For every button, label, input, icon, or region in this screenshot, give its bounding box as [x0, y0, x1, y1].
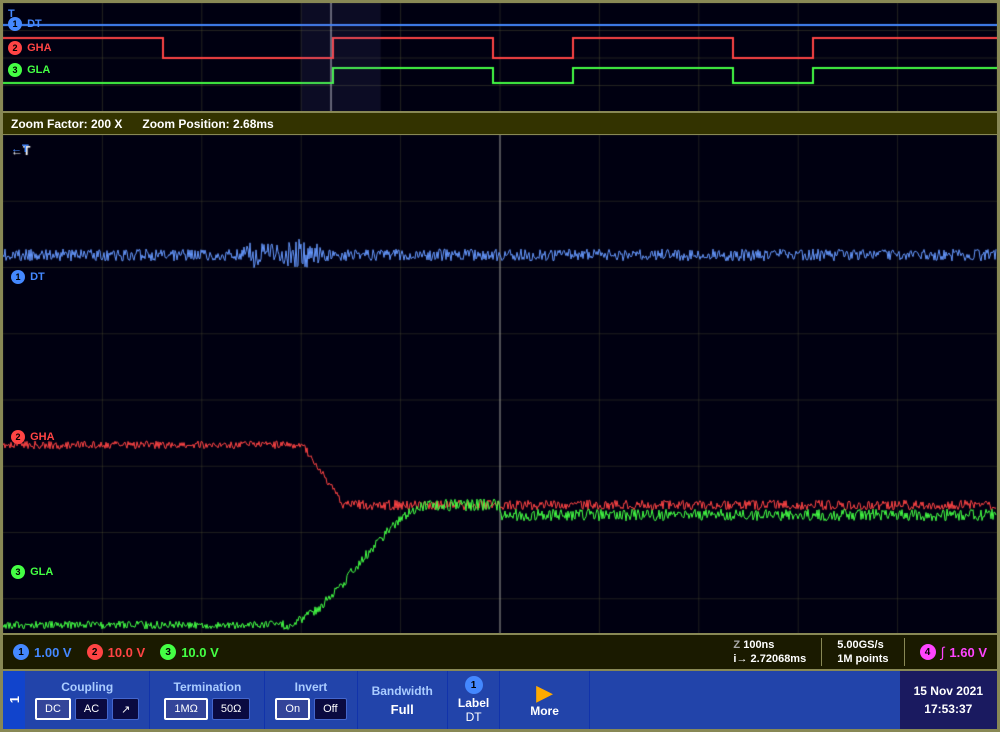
channel-indicator: 1 — [3, 671, 25, 729]
coupling-gnd-button[interactable]: ↗ — [112, 698, 139, 720]
ch4-symbol: ∫ — [941, 644, 945, 660]
more-group[interactable]: ▶ More — [500, 671, 590, 729]
coupling-dc-button[interactable]: DC — [35, 698, 71, 720]
measurement-bar: 1 1.00 V 2 10.0 V 3 10.0 V Z 100ns i→ 2.… — [3, 635, 997, 671]
zoom-factor: Zoom Factor: 200 X — [11, 117, 122, 131]
ch2-voltage: 10.0 V — [108, 645, 146, 660]
time-div-info: Z 100ns i→ 2.72068ms — [733, 638, 806, 667]
termination-buttons: 1MΩ 50Ω — [164, 698, 250, 720]
bandwidth-label: Bandwidth — [372, 684, 433, 698]
ch4-number: 4 — [920, 644, 936, 660]
date-display: 15 Nov 2021 — [914, 682, 983, 700]
ch2-number: 2 — [87, 644, 103, 660]
ch3-measurement: 3 10.0 V — [160, 644, 219, 660]
main-t-label: ←T — [11, 143, 29, 155]
coupling-group: Coupling DC AC ↗ — [25, 671, 150, 729]
label-ctrl-label: Label — [458, 696, 489, 710]
more-label: More — [530, 704, 559, 718]
termination-label: Termination — [174, 680, 242, 694]
time-display: 17:53:37 — [924, 700, 972, 718]
main-ch2-label: 2 GHA — [11, 430, 55, 444]
overview-waveform: T 1 DT 2 GHA 3 GLA — [3, 3, 997, 113]
invert-on-button[interactable]: On — [275, 698, 310, 720]
coupling-label: Coupling — [61, 680, 113, 694]
invert-label: Invert — [295, 680, 328, 694]
main-ch3-label: 3 GLA — [11, 565, 53, 579]
bandwidth-value: Full — [391, 702, 414, 717]
ch3-number: 3 — [160, 644, 176, 660]
sample-rate-info: 5.00GS/s 1M points — [837, 638, 888, 667]
divider1 — [821, 638, 822, 666]
top-ch3-label: 3 GLA — [8, 63, 50, 77]
ch3-voltage: 10.0 V — [181, 645, 219, 660]
invert-buttons: On Off — [275, 698, 346, 720]
zoom-position: Zoom Position: 2.68ms — [142, 117, 273, 131]
ch1-number: 1 — [13, 644, 29, 660]
coupling-buttons: DC AC ↗ — [35, 698, 139, 720]
ch4-measurement: 4 ∫ 1.60 V — [920, 644, 987, 660]
invert-off-button[interactable]: Off — [314, 698, 346, 720]
right-measurements: Z 100ns i→ 2.72068ms 5.00GS/s 1M points … — [733, 638, 987, 667]
datetime-group: 15 Nov 2021 17:53:37 — [900, 671, 997, 729]
oscilloscope-display: T 1 DT 2 GHA 3 GLA Zoom Factor: 200 X Zo… — [0, 0, 1000, 732]
invert-group: Invert On Off — [265, 671, 357, 729]
ch1-measurement: 1 1.00 V — [13, 644, 72, 660]
main-ch1-label: 1 DT — [11, 270, 45, 284]
bandwidth-group: Bandwidth Full — [358, 671, 448, 729]
ch2-measurement: 2 10.0 V — [87, 644, 146, 660]
ch1-voltage: 1.00 V — [34, 645, 72, 660]
controls-bar: 1 Coupling DC AC ↗ Termination 1MΩ 50Ω I… — [3, 671, 997, 729]
coupling-ac-button[interactable]: AC — [75, 698, 108, 720]
more-arrow-icon: ▶ — [536, 682, 553, 704]
top-ch2-label: 2 GHA — [8, 41, 52, 55]
termination-group: Termination 1MΩ 50Ω — [150, 671, 265, 729]
divider2 — [904, 638, 905, 666]
top-ch1-label: 1 DT — [8, 17, 42, 31]
ch4-value: 1.60 V — [949, 645, 987, 660]
label-group[interactable]: 1 Label DT — [448, 671, 500, 729]
main-waveform: ←T 1 DT 2 GHA 3 GLA — [3, 135, 997, 635]
termination-1m-button[interactable]: 1MΩ — [164, 698, 208, 720]
termination-50-button[interactable]: 50Ω — [212, 698, 250, 720]
zoom-info-bar: Zoom Factor: 200 X Zoom Position: 2.68ms — [3, 113, 997, 135]
label-ctrl-value: DT — [466, 710, 482, 724]
label-ch-number: 1 — [465, 676, 483, 694]
